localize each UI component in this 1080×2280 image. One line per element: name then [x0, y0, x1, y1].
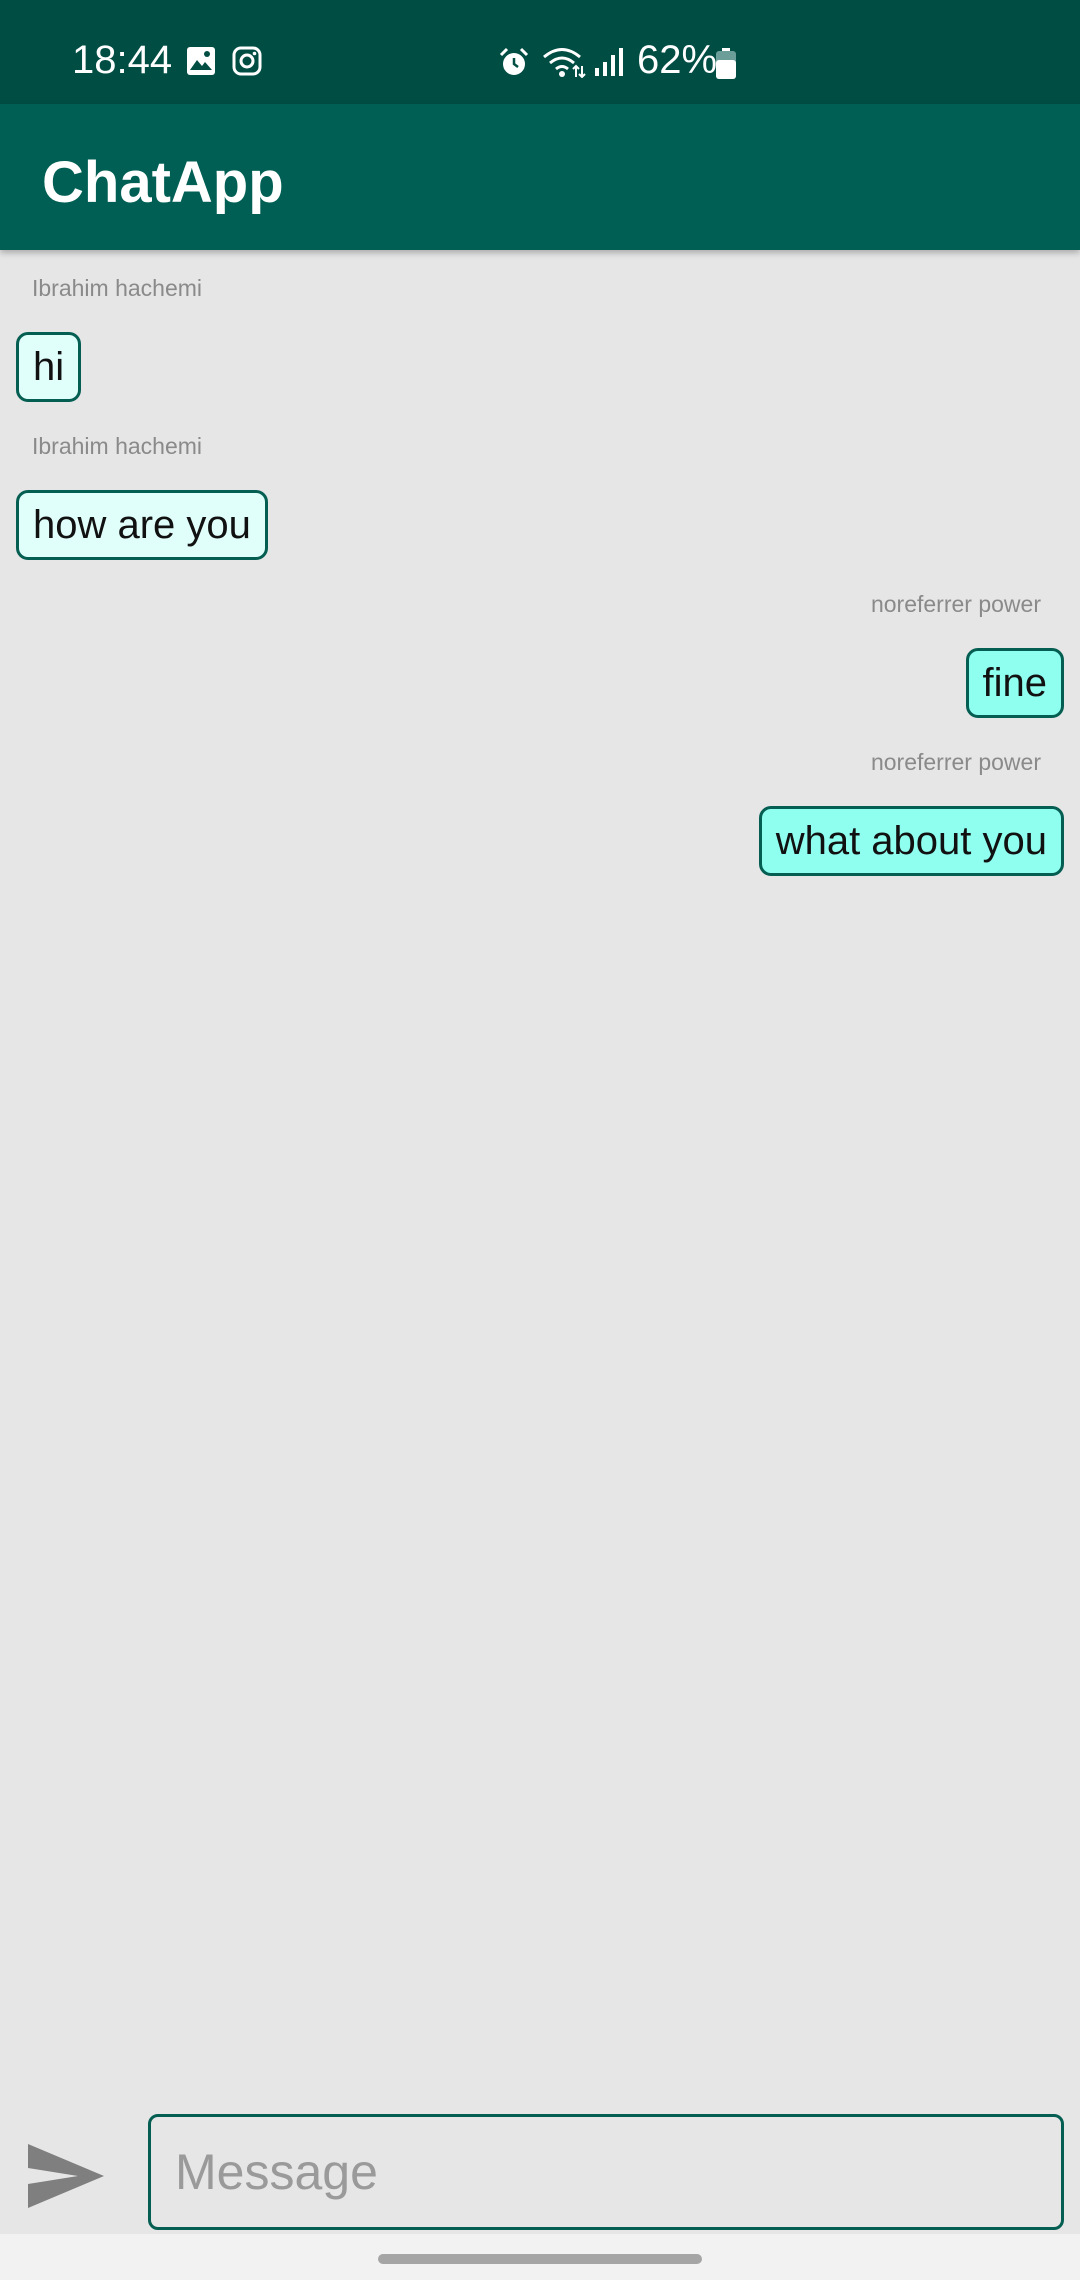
message-bubble[interactable]: what about you: [758, 806, 1064, 876]
image-icon: [186, 46, 216, 76]
wifi-icon: [542, 46, 586, 79]
app-bar: ChatApp: [0, 104, 1080, 250]
chat-messages-list[interactable]: Ibrahim hachemi hi Ibrahim hachemi how a…: [0, 250, 1080, 2100]
home-gesture-handle[interactable]: [378, 2254, 702, 2264]
battery-percent: 62%: [637, 38, 718, 82]
message-bubble[interactable]: how are you: [16, 490, 268, 560]
signal-icon: [594, 46, 624, 76]
message-sender: Ibrahim hachemi: [32, 275, 203, 301]
alarm-icon: [498, 46, 529, 76]
message-sender: noreferrer power: [870, 749, 1041, 775]
app-title: ChatApp: [42, 150, 284, 215]
status-bar: 18:44 62%: [0, 0, 1080, 104]
send-icon: [28, 2144, 104, 2208]
battery-icon: [714, 48, 738, 79]
message-bubble[interactable]: fine: [965, 648, 1064, 718]
status-time: 18:44: [72, 38, 173, 82]
instagram-icon: [232, 46, 262, 76]
message-sender: noreferrer power: [870, 591, 1041, 617]
message-sender: Ibrahim hachemi: [32, 433, 203, 459]
navigation-bar: [0, 2234, 1080, 2280]
send-button[interactable]: [24, 2140, 108, 2212]
message-bubble[interactable]: hi: [16, 332, 82, 402]
message-composer: [0, 2100, 1080, 2234]
message-input[interactable]: [148, 2114, 1064, 2230]
